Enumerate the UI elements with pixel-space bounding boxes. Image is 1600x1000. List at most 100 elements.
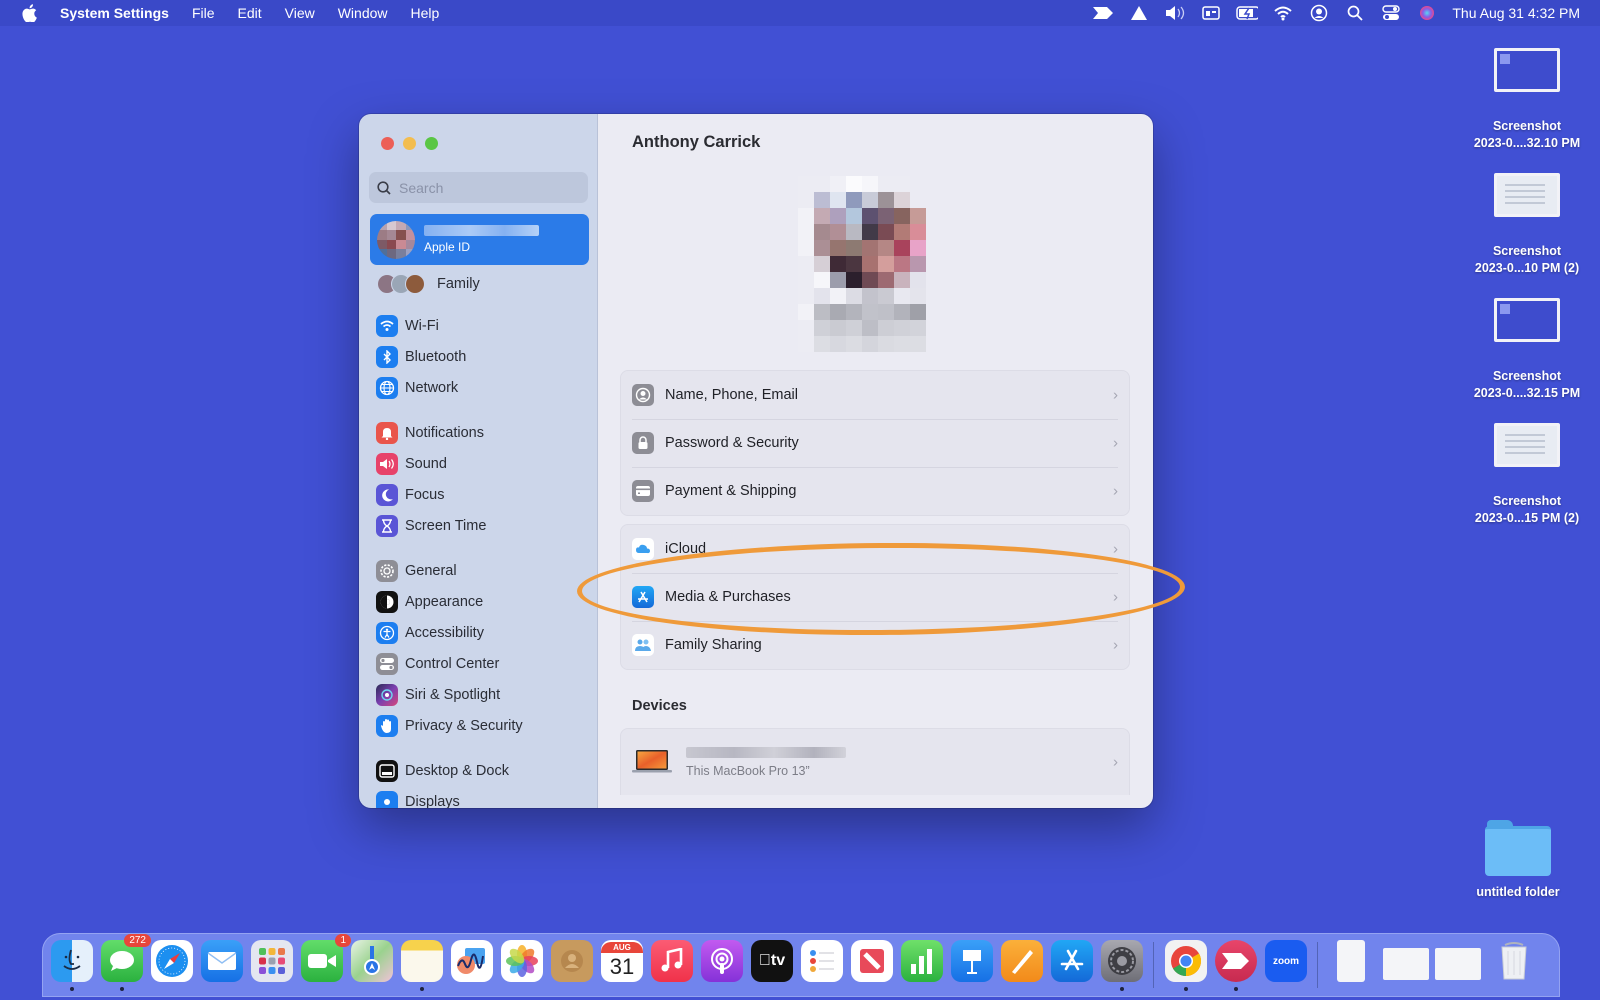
sidebar-item-control-center[interactable]: Control Center [376, 648, 591, 679]
airmail-icon[interactable] [1092, 4, 1114, 22]
sidebar-item-screen-time[interactable]: Screen Time [376, 510, 591, 541]
sidebar-item-sound[interactable]: Sound [376, 448, 591, 479]
dock-app-maps[interactable] [351, 940, 393, 982]
row-password-security[interactable]: Password & Security › [621, 419, 1129, 467]
profile-pixel [894, 272, 910, 288]
sidebar-item-notifications[interactable]: Notifications [376, 417, 591, 448]
dock-app-airmail[interactable] [1215, 940, 1257, 991]
sidebar-list: Wi-Fi Bluetooth Network Notifications So… [376, 310, 591, 808]
dock-app-messages[interactable]: 272 [101, 934, 151, 991]
toggles-icon [376, 652, 398, 675]
sidebar-item-focus[interactable]: Focus [376, 479, 591, 510]
profile-pixel [862, 272, 878, 288]
sidebar-item-network[interactable]: Network [376, 372, 591, 403]
desktop-file-screenshot-2[interactable]: Screenshot 2023-0...10 PM (2) [1457, 173, 1597, 277]
running-indicator [70, 987, 74, 991]
dock-app-chrome[interactable] [1165, 940, 1207, 991]
desktop-file-screenshot-3[interactable]: Screenshot 2023-0....32.15 PM [1457, 298, 1597, 402]
close-button[interactable] [381, 137, 394, 150]
desktop-file-screenshot-4[interactable]: Screenshot 2023-0...15 PM (2) [1457, 423, 1597, 527]
device-subtitle: This MacBook Pro 13” [686, 763, 810, 778]
dock-app-freeform[interactable] [451, 940, 493, 982]
sidebar-item-desktop-dock[interactable]: Desktop & Dock [376, 755, 591, 786]
dock-app-reminders[interactable] [801, 940, 843, 982]
menu-file[interactable]: File [192, 5, 215, 21]
desktop-file-screenshot-1[interactable]: Screenshot 2023-0....32.10 PM [1457, 48, 1597, 152]
row-family-sharing[interactable]: Family Sharing › [621, 621, 1129, 669]
contacts-icon [561, 950, 583, 972]
volume-icon[interactable] [1164, 4, 1186, 22]
siri-icon[interactable] [1416, 4, 1438, 22]
dock-app-music[interactable] [651, 940, 693, 982]
menu-edit[interactable]: Edit [238, 5, 262, 21]
dock-app-zoom[interactable]: zoom [1265, 940, 1307, 982]
sidebar-item-displays[interactable]: Displays [376, 786, 591, 808]
sidebar-item-label: Control Center [405, 655, 500, 672]
desktop-folder-untitled[interactable]: untitled folder [1448, 820, 1588, 901]
dock-app-facetime[interactable]: 1 [301, 934, 351, 982]
dock-app-numbers[interactable] [901, 940, 943, 982]
wifi-icon[interactable] [1272, 4, 1294, 22]
sidebar-item-label: Displays [405, 793, 460, 809]
input-menu-icon[interactable] [1200, 4, 1222, 22]
dock-app-finder[interactable] [51, 940, 93, 991]
dock-app-mail[interactable] [201, 940, 243, 982]
sidebar-item-wifi[interactable]: Wi-Fi [376, 310, 591, 341]
row-media-purchases[interactable]: Media & Purchases › [621, 573, 1129, 621]
control-center-icon[interactable] [1380, 4, 1402, 22]
dock-app-news[interactable] [851, 940, 893, 982]
dock-app-photos[interactable] [501, 940, 543, 982]
sidebar-item-privacy-security[interactable]: Privacy & Security [376, 710, 591, 741]
profile-pixel [830, 288, 846, 304]
dock-app-app-store[interactable] [1051, 940, 1093, 982]
menu-view[interactable]: View [285, 5, 315, 21]
dock-app-tv[interactable]: tv [751, 940, 793, 982]
sidebar-item-apple-id[interactable]: Apple ID [370, 214, 589, 265]
dock-stack-document[interactable] [1337, 940, 1365, 982]
finder-icon [63, 949, 81, 970]
profile-pixel [798, 240, 814, 256]
row-payment-shipping[interactable]: Payment & Shipping › [621, 467, 1129, 515]
dock-app-safari[interactable] [151, 940, 193, 982]
row-icloud[interactable]: iCloud › [621, 525, 1129, 573]
row-device-macbook[interactable]: This MacBook Pro 13” › [621, 729, 1129, 795]
row-name-phone-email[interactable]: Name, Phone, Email › [621, 371, 1129, 419]
sidebar-item-general[interactable]: General [376, 555, 591, 586]
minimize-button[interactable] [403, 137, 416, 150]
dock-app-system-settings[interactable] [1101, 940, 1143, 991]
sidebar-item-label: Family [437, 276, 480, 292]
sidebar-item-label: Bluetooth [405, 348, 467, 365]
dock-app-calendar[interactable]: AUG 31 [601, 940, 643, 982]
dock-app-keynote[interactable] [951, 940, 993, 982]
dock-minimized-chrome-window-2[interactable] [1435, 948, 1481, 980]
profile-picture[interactable] [790, 176, 950, 352]
search-input[interactable]: Search [369, 172, 588, 203]
vpn-triangle-icon[interactable] [1128, 4, 1150, 22]
running-indicator [120, 987, 124, 991]
dock-minimized-chrome-window-1[interactable] [1383, 948, 1429, 980]
sidebar-item-family[interactable]: Family [377, 274, 480, 294]
dock-app-notes[interactable] [401, 940, 443, 991]
dock-app-podcasts[interactable] [701, 940, 743, 982]
zoom-button[interactable] [425, 137, 438, 150]
sidebar-item-bluetooth[interactable]: Bluetooth [376, 341, 591, 372]
menu-app-name[interactable]: System Settings [60, 5, 169, 21]
apple-menu-icon[interactable] [20, 4, 38, 22]
dock-trash[interactable] [1493, 940, 1535, 982]
dock-app-pages[interactable] [1001, 940, 1043, 982]
spotlight-search-icon[interactable] [1344, 4, 1366, 22]
menu-window[interactable]: Window [338, 5, 388, 21]
sidebar-item-appearance[interactable]: Appearance [376, 586, 591, 617]
screenshot-thumbnail [1494, 48, 1560, 92]
dock-app-contacts[interactable] [551, 940, 593, 982]
dock-app-launchpad[interactable] [251, 940, 293, 982]
menu-help[interactable]: Help [411, 5, 440, 21]
devices-group: This MacBook Pro 13” › [620, 728, 1130, 795]
battery-charging-icon[interactable] [1236, 4, 1259, 22]
user-account-icon[interactable] [1308, 4, 1330, 22]
profile-pixel [862, 224, 878, 240]
sidebar-item-accessibility[interactable]: Accessibility [376, 617, 591, 648]
menu-clock[interactable]: Thu Aug 31 4:32 PM [1452, 5, 1580, 21]
chevron-right-icon: › [1113, 636, 1118, 654]
sidebar-item-siri-spotlight[interactable]: Siri & Spotlight [376, 679, 591, 710]
